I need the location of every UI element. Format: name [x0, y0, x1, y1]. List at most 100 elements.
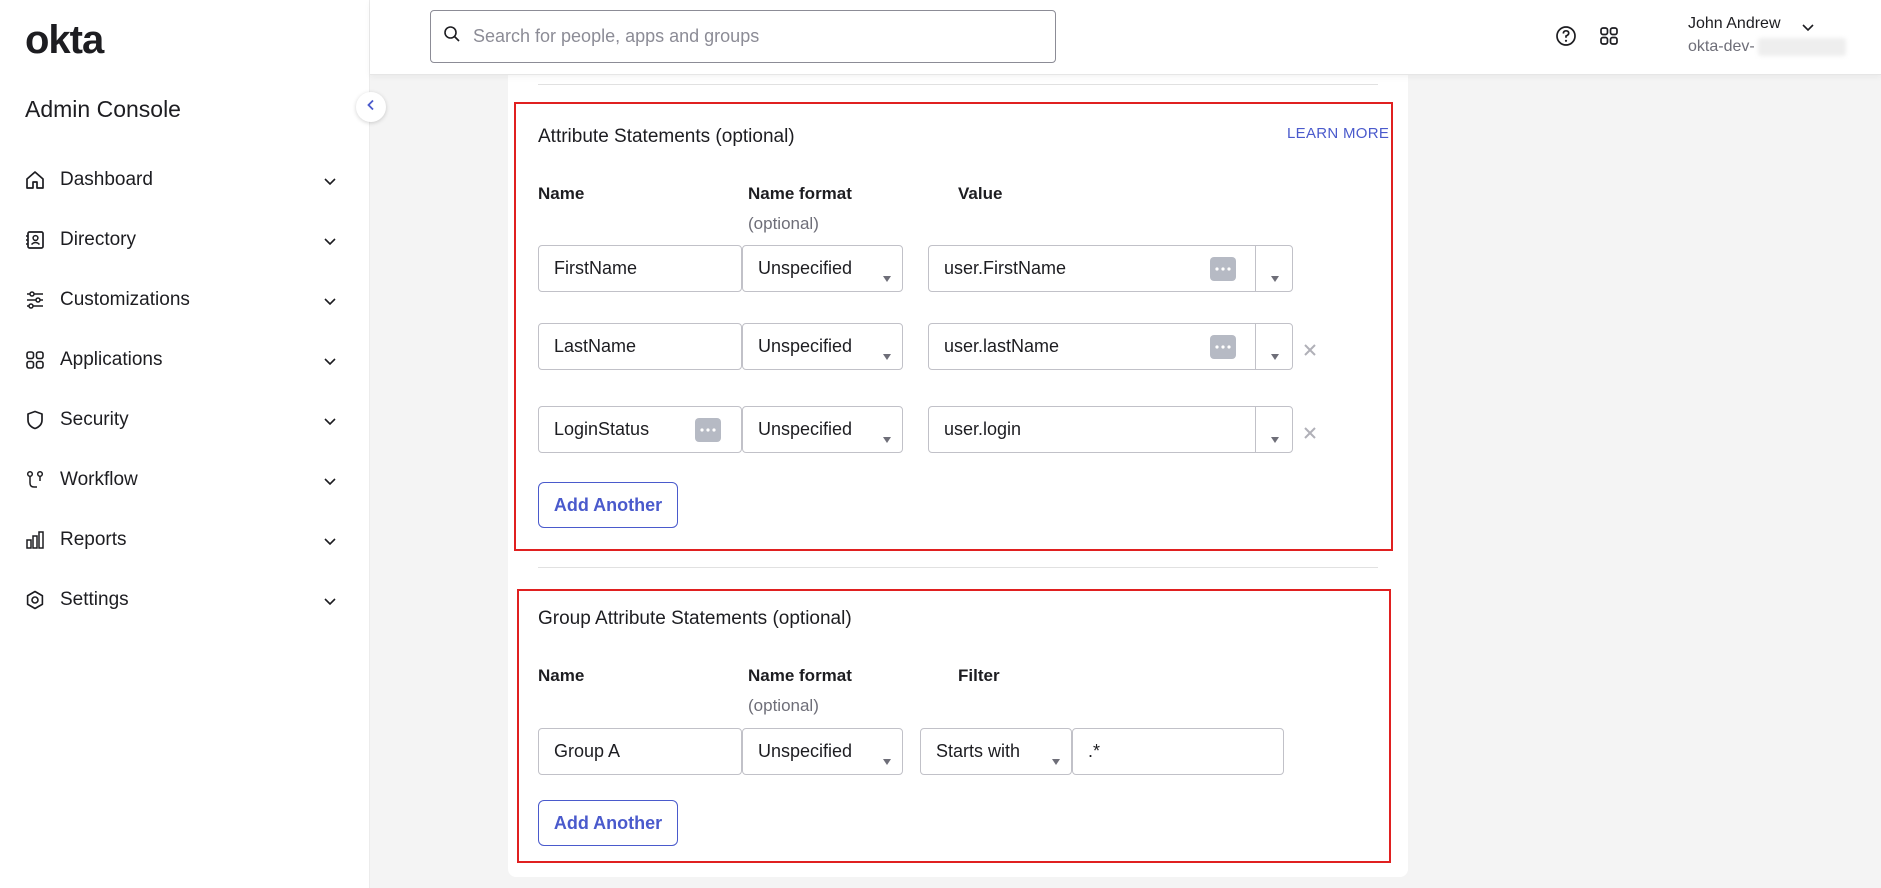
okta-logo[interactable]: okta [25, 18, 104, 63]
caret-down-icon [1051, 749, 1061, 770]
remove-row-icon[interactable] [1303, 343, 1317, 362]
chevron-down-icon [324, 233, 336, 251]
chevron-down-icon [324, 533, 336, 551]
bar-chart-icon [24, 529, 46, 551]
attribute-name-input[interactable]: LastName [538, 323, 742, 370]
chevron-down-icon [324, 293, 336, 311]
console-title: Admin Console [25, 96, 181, 122]
column-header-value: Value [958, 184, 1003, 203]
sidebar-item-dashboard[interactable]: Dashboard [0, 150, 370, 210]
chevron-down-icon[interactable] [1802, 19, 1814, 37]
filter-type-value: Starts with [936, 741, 1021, 761]
add-another-attribute-button[interactable]: Add Another [538, 482, 678, 528]
group-name-format-select[interactable]: Unspecified [742, 728, 903, 775]
name-format-select[interactable]: Unspecified [742, 406, 903, 453]
sidebar-collapse-button[interactable] [356, 92, 386, 122]
attribute-name-input[interactable]: LoginStatus [538, 406, 742, 453]
grid-icon [24, 349, 46, 371]
sidebar-item-label: Dashboard [60, 169, 153, 190]
org-redaction [1758, 38, 1846, 56]
attribute-name-value: LoginStatus [554, 419, 650, 439]
sidebar-item-customizations[interactable]: Customizations [0, 270, 370, 330]
attribute-statements-title: Attribute Statements (optional) [538, 126, 795, 147]
sidebar-item-workflow[interactable]: Workflow [0, 450, 370, 510]
caret-down-icon[interactable] [1270, 427, 1280, 448]
column-header-name: Name [538, 666, 585, 685]
gear-icon [24, 589, 46, 611]
search-input[interactable] [473, 26, 1033, 47]
sliders-icon [24, 289, 46, 311]
caret-down-icon[interactable] [1270, 344, 1280, 365]
shield-icon [24, 409, 46, 431]
column-header-optional: (optional) [748, 696, 819, 715]
sidebar: okta Admin Console Dashboard Directory C… [0, 0, 370, 888]
section-divider [538, 567, 1378, 568]
sidebar-item-label: Reports [60, 529, 127, 550]
group-attribute-statements-title: Group Attribute Statements (optional) [538, 608, 852, 629]
attribute-value-text: user.login [944, 419, 1022, 439]
remove-row-icon[interactable] [1303, 426, 1317, 445]
sidebar-item-label: Applications [60, 349, 163, 370]
chevron-down-icon [324, 353, 336, 371]
sidebar-item-label: Customizations [60, 289, 190, 310]
top-header: John Andrew okta-dev- [370, 0, 1881, 75]
sidebar-item-label: Workflow [60, 469, 138, 490]
sidebar-item-label: Directory [60, 229, 137, 250]
attribute-value-input[interactable]: user.login [928, 406, 1293, 453]
group-name-input[interactable]: Group A [538, 728, 742, 775]
section-divider [538, 84, 1378, 85]
sidebar-item-applications[interactable]: Applications [0, 330, 370, 390]
filter-value-input[interactable]: .* [1072, 728, 1284, 775]
apps-grid-icon[interactable] [1598, 25, 1620, 52]
name-format-select[interactable]: Unspecified [742, 323, 903, 370]
filter-value-text: .* [1088, 741, 1101, 761]
column-header-optional: (optional) [748, 214, 819, 233]
expression-ellipsis-icon[interactable] [695, 418, 721, 442]
sidebar-item-reports[interactable]: Reports [0, 510, 370, 570]
chevron-left-icon [366, 98, 376, 116]
caret-down-icon [882, 266, 892, 287]
column-header-name: Name [538, 184, 585, 203]
sidebar-item-label: Security [60, 409, 129, 430]
attribute-value-input[interactable]: user.lastName [928, 323, 1293, 370]
expression-ellipsis-icon[interactable] [1210, 257, 1236, 281]
caret-down-icon [882, 427, 892, 448]
workflow-icon [24, 469, 46, 491]
name-format-select[interactable]: Unspecified [742, 245, 903, 292]
caret-down-icon [882, 344, 892, 365]
chevron-down-icon [324, 173, 336, 191]
column-header-name-format: Name format [748, 666, 852, 685]
help-icon[interactable] [1555, 25, 1577, 52]
attribute-name-value: LastName [554, 336, 637, 356]
column-header-filter: Filter [958, 666, 1000, 685]
name-format-value: Unspecified [758, 419, 853, 439]
attribute-name-value: FirstName [554, 258, 638, 278]
user-org: okta-dev- [1688, 38, 1755, 55]
attribute-value-text: user.lastName [944, 336, 1060, 356]
combo-divider [1255, 246, 1256, 291]
attribute-value-input[interactable]: user.FirstName [928, 245, 1293, 292]
combo-divider [1255, 324, 1256, 369]
directory-icon [24, 229, 46, 251]
attribute-name-input[interactable]: FirstName [538, 245, 742, 292]
expression-ellipsis-icon[interactable] [1210, 335, 1236, 359]
user-name[interactable]: John Andrew [1688, 15, 1781, 33]
sidebar-item-security[interactable]: Security [0, 390, 370, 450]
name-format-value: Unspecified [758, 741, 853, 761]
name-format-value: Unspecified [758, 336, 853, 356]
combo-divider [1255, 407, 1256, 452]
add-another-group-attribute-button[interactable]: Add Another [538, 800, 678, 846]
caret-down-icon [882, 749, 892, 770]
column-header-name-format: Name format [748, 184, 852, 203]
search-icon [443, 25, 461, 48]
attribute-value-text: user.FirstName [944, 258, 1067, 278]
sidebar-nav: Dashboard Directory Customizations Appli… [0, 150, 370, 630]
chevron-down-icon [324, 413, 336, 431]
learn-more-link[interactable]: LEARN MORE [1287, 125, 1389, 142]
sidebar-item-settings[interactable]: Settings [0, 570, 370, 630]
filter-type-select[interactable]: Starts with [920, 728, 1072, 775]
sidebar-item-directory[interactable]: Directory [0, 210, 370, 270]
caret-down-icon[interactable] [1270, 266, 1280, 287]
group-name-value: Group A [554, 741, 621, 761]
name-format-value: Unspecified [758, 258, 853, 278]
